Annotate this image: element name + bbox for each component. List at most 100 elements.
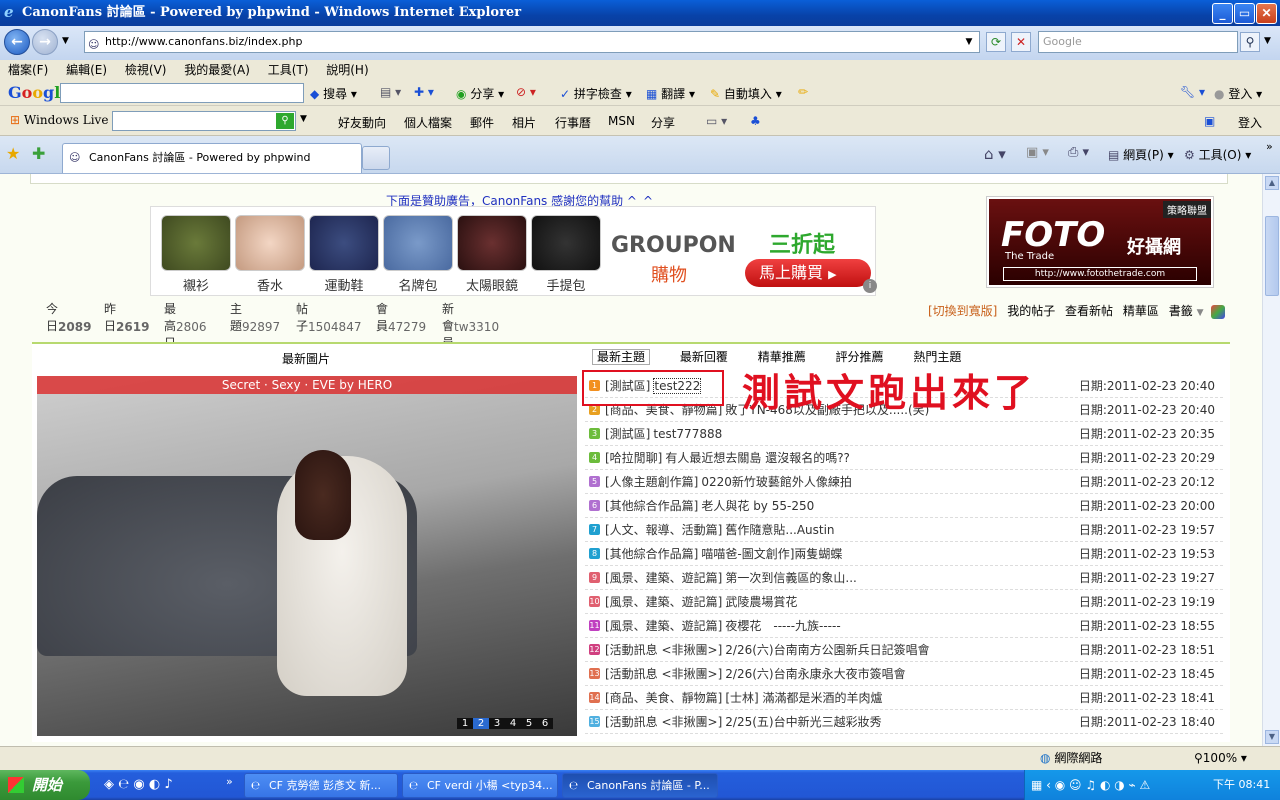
- foto-ad-banner[interactable]: 策略聯盟 FOTO The Trade 好攝網 http://www.fotot…: [986, 196, 1214, 288]
- wl-dropdown-icon[interactable]: ▼: [300, 114, 307, 124]
- tab-latest-replies[interactable]: 最新回覆: [680, 350, 728, 364]
- topic-row[interactable]: 4 [哈拉閒聊] 有人最近想去關島 還沒報名的嗎?? 日期:2011-02-23 20…: [585, 446, 1223, 470]
- ad-sneaker-image[interactable]: [309, 215, 379, 271]
- scroll-down-icon[interactable]: ▼: [1265, 730, 1279, 744]
- color-palette-icon[interactable]: [1211, 304, 1226, 319]
- digest-link[interactable]: 精華區: [1123, 304, 1159, 318]
- wl-login-button[interactable]: 登入: [1238, 114, 1262, 131]
- ad-label-sneaker[interactable]: 運動鞋: [309, 275, 379, 294]
- stop-icon[interactable]: ✕: [1011, 32, 1031, 52]
- feeds-icon[interactable]: ▣ ▾: [1026, 145, 1049, 160]
- wl-photos-link[interactable]: 相片: [512, 114, 536, 131]
- menu-favorites[interactable]: 我的最愛(A): [184, 63, 250, 77]
- ad-handbag-image[interactable]: [383, 215, 453, 271]
- ad-label-perfume[interactable]: 香水: [235, 275, 305, 294]
- taskbar-item-2[interactable]: ℮ CF verdi 小楊 <typ34...: [402, 773, 558, 798]
- ad-perfume-image[interactable]: [235, 215, 305, 271]
- topic-link[interactable]: 2/26(六)台南南方公園新兵日記簽唱會: [725, 643, 929, 657]
- taskbar-item-1[interactable]: ℮ CF 克勞德 彭彥文 新...: [244, 773, 398, 798]
- topic-row[interactable]: 12 [活動訊息 <非揪團>] 2/26(六)台南南方公園新兵日記簽唱會 日期:201…: [585, 638, 1223, 662]
- new-posts-link[interactable]: 查看新帖: [1065, 304, 1113, 318]
- topic-link[interactable]: 有人最近想去關島 還沒報名的嗎??: [665, 451, 850, 465]
- share-button[interactable]: ◉ 分享 ▾: [456, 85, 504, 102]
- topic-link[interactable]: 舊作隨意貼...Austin: [725, 523, 834, 537]
- topic-category[interactable]: [哈拉閒聊]: [605, 451, 662, 465]
- highlighter-icon[interactable]: ✏: [798, 85, 808, 99]
- topic-link[interactable]: 第一次到信義區的象山...: [725, 571, 856, 585]
- page-menu-button[interactable]: ▤ 網頁(P) ▾: [1108, 146, 1174, 163]
- wrench-icon[interactable]: 🔧︎ ▾: [1180, 85, 1205, 99]
- topic-category[interactable]: [風景、建築、遊記篇]: [605, 571, 722, 585]
- topic-title[interactable]: [其他綜合作品篇] 喵喵爸-圖文創作]兩隻蝴蝶: [605, 542, 842, 566]
- topic-row[interactable]: 5 [人像主題創作篇] 0220新竹玻藝館外人像練拍 日期:2011-02-23 20…: [585, 470, 1223, 494]
- menu-edit[interactable]: 編輯(E): [66, 63, 107, 77]
- autofill-button[interactable]: ✎ 自動填入 ▾: [710, 85, 782, 102]
- topic-title[interactable]: [測試區] test777888: [605, 422, 722, 446]
- ad-purse-image[interactable]: [531, 215, 601, 271]
- scroll-up-icon[interactable]: ▲: [1265, 176, 1279, 190]
- clock[interactable]: 下午 08:41: [1213, 770, 1270, 800]
- topic-link[interactable]: 夜櫻花 -----九族-----: [725, 619, 840, 633]
- close-window-button[interactable]: ✕: [1256, 3, 1277, 24]
- google-login-button[interactable]: ● 登入 ▾: [1214, 85, 1262, 102]
- zoom-level[interactable]: ⚲100% ▾: [1194, 747, 1247, 769]
- plus-icon[interactable]: ✚ ▾: [414, 85, 434, 99]
- maximize-button[interactable]: ▭: [1234, 3, 1255, 24]
- taskbar-item-3[interactable]: ℮ CanonFans 討論區 - P...: [562, 773, 718, 798]
- page-icon[interactable]: ▤ ▾: [380, 85, 401, 99]
- tab-latest-topics[interactable]: 最新主題: [592, 349, 651, 365]
- ad-label-purse[interactable]: 手提包: [531, 275, 601, 294]
- topic-category[interactable]: [人文、報導、活動篇]: [605, 523, 722, 537]
- topic-row[interactable]: 10 [風景、建築、遊記篇] 武陵農場賞花 日期:2011-02-23 19:19: [585, 590, 1223, 614]
- forward-button[interactable]: →: [32, 29, 58, 55]
- wl-edit-icon[interactable]: ▣: [1204, 114, 1215, 128]
- topic-title[interactable]: [其他綜合作品篇] 老人與花 by 55-250: [605, 494, 814, 518]
- topic-title[interactable]: [哈拉閒聊] 有人最近想去關島 還沒報名的嗎??: [605, 446, 850, 470]
- topic-category[interactable]: [其他綜合作品篇]: [605, 499, 698, 513]
- search-options-icon[interactable]: ▼: [1264, 36, 1271, 46]
- favorites-star-icon[interactable]: ★: [6, 144, 20, 163]
- pager-6[interactable]: 6: [537, 718, 553, 729]
- bookmark-link[interactable]: 書籤 ▼: [1169, 304, 1204, 318]
- topic-category[interactable]: [其他綜合作品篇]: [605, 547, 698, 561]
- wl-search-icon[interactable]: ⚲: [276, 113, 294, 129]
- topic-category[interactable]: [人像主題創作篇]: [605, 475, 698, 489]
- switch-wide-link[interactable]: [切換到寬版]: [928, 304, 997, 318]
- menu-file[interactable]: 檔案(F): [8, 63, 48, 77]
- new-tab-button[interactable]: [362, 146, 390, 170]
- tools-menu-button[interactable]: ⚙ 工具(O) ▾: [1184, 146, 1251, 163]
- refresh-icon[interactable]: ⟳: [986, 32, 1006, 52]
- topic-link[interactable]: 0220新竹玻藝館外人像練拍: [701, 475, 852, 489]
- topic-category[interactable]: [風景、建築、遊記篇]: [605, 595, 722, 609]
- quicklaunch-icons[interactable]: ◈ ℮ ◉ ◐ ♪: [104, 777, 173, 792]
- topic-title[interactable]: [風景、建築、遊記篇] 武陵農場賞花: [605, 590, 797, 614]
- topic-title[interactable]: [風景、建築、遊記篇] 夜櫻花 -----九族-----: [605, 614, 841, 638]
- search-icon[interactable]: ⚲: [1240, 32, 1260, 52]
- add-favorites-icon[interactable]: ✚: [32, 144, 45, 163]
- quicklaunch-more-icon[interactable]: »: [226, 775, 233, 788]
- topic-category[interactable]: [測試區]: [605, 427, 650, 441]
- address-dropdown-icon[interactable]: ▼: [962, 34, 976, 50]
- menu-view[interactable]: 檢視(V): [125, 63, 167, 77]
- print-icon[interactable]: ⎙ ▾: [1068, 145, 1089, 160]
- windows-live-search-input[interactable]: [112, 111, 296, 131]
- featured-picture[interactable]: Secret · Sexy · EVE by HERO 123456: [37, 376, 577, 736]
- ad-label-shirt[interactable]: 襯衫: [161, 275, 231, 294]
- topic-link[interactable]: test777888: [653, 427, 722, 441]
- google-search-input[interactable]: [60, 83, 304, 103]
- ad-label-sunglasses[interactable]: 太陽眼鏡: [457, 275, 527, 294]
- foto-url[interactable]: http://www.fotothetrade.com: [1003, 267, 1197, 281]
- tab-canonfans[interactable]: ☺ CanonFans 討論區 - Powered by phpwind: [62, 143, 362, 173]
- address-input[interactable]: ☺ http://www.canonfans.biz/index.php: [84, 31, 980, 53]
- more-chevron-icon[interactable]: »: [1266, 140, 1273, 153]
- topic-title[interactable]: [活動訊息 <非揪團>] 2/26(六)台南永康永大夜市簽唱會: [605, 662, 906, 686]
- topic-title[interactable]: [風景、建築、遊記篇] 第一次到信義區的象山...: [605, 566, 857, 590]
- topic-category[interactable]: [風景、建築、遊記篇]: [605, 619, 722, 633]
- home-icon[interactable]: ⌂ ▾: [984, 145, 1006, 163]
- pager-5[interactable]: 5: [521, 718, 537, 729]
- topic-row[interactable]: 14 [商品、美食、靜物篇] [士林] 滿滿都是米酒的羊肉爐 日期:2011-02-2…: [585, 686, 1223, 710]
- topic-title[interactable]: [人文、報導、活動篇] 舊作隨意貼...Austin: [605, 518, 835, 542]
- topic-link[interactable]: 武陵農場賞花: [725, 595, 797, 609]
- wl-profile-link[interactable]: 個人檔案: [404, 114, 452, 131]
- topic-row[interactable]: 3 [測試區] test777888 日期:2011-02-23 20:35: [585, 422, 1223, 446]
